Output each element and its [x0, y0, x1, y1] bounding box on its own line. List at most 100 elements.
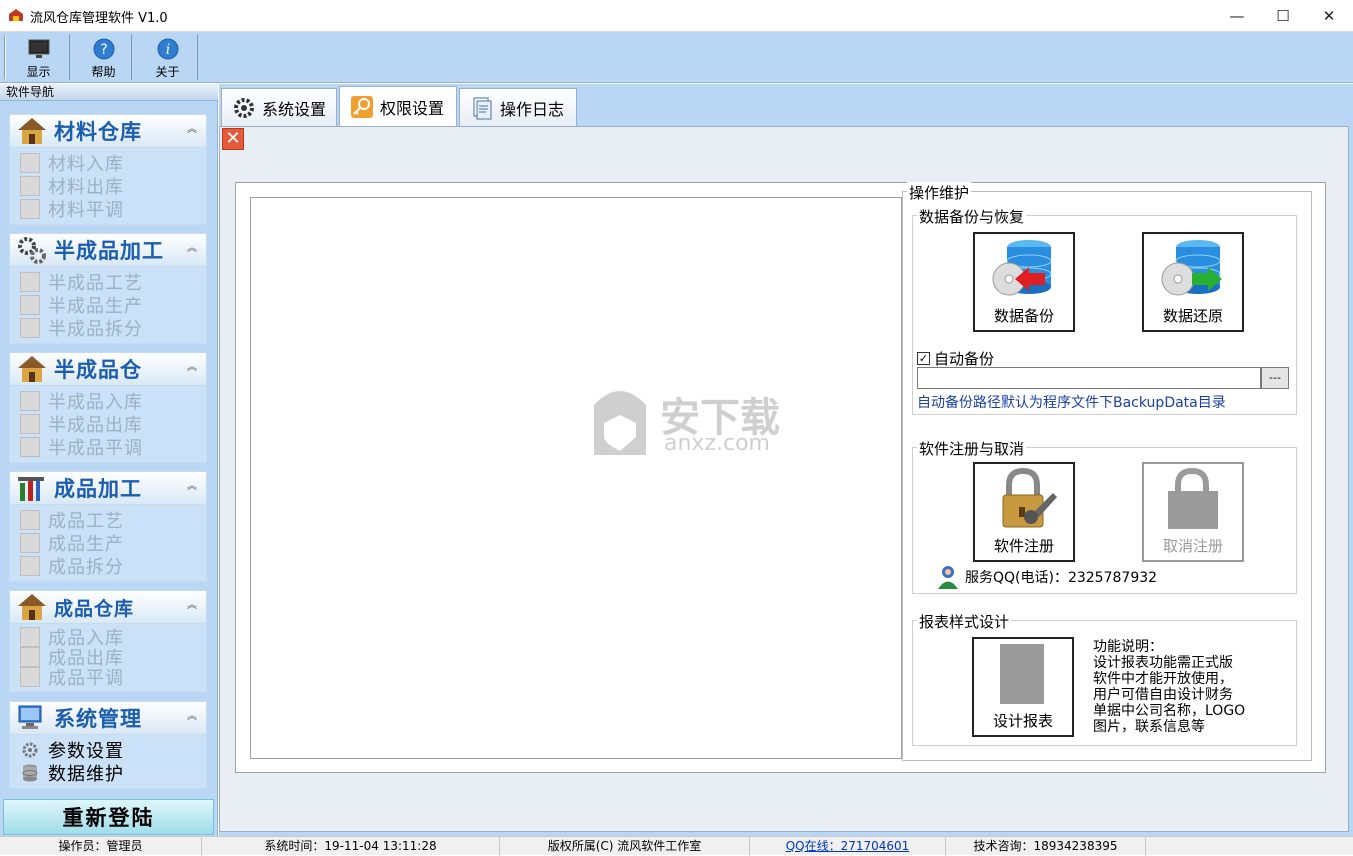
help-button[interactable]: ? 帮助 — [76, 34, 132, 80]
collapse-chevron-icon[interactable]: ︽ — [186, 243, 198, 255]
document-icon — [20, 198, 40, 219]
group-header[interactable]: 成品仓库 ︽ — [9, 590, 207, 624]
close-button[interactable]: ✕ — [1306, 0, 1352, 31]
collapse-chevron-icon[interactable]: ︽ — [186, 600, 198, 612]
register-section-title: 软件注册与取消 — [917, 438, 1027, 459]
content-frame: 安下载 anxz.com 操作维护 数据备份与恢复 数据备份 数据还原 ✓ 自动… — [235, 182, 1326, 773]
help-icon: ? — [93, 38, 114, 60]
maintenance-title: 操作维护 — [907, 182, 972, 203]
tools-icon — [18, 477, 44, 501]
group-semi-warehouse: 半成品仓 ︽ 半成品入库 半成品出库 半成品平调 — [9, 352, 207, 463]
document-icon — [20, 152, 40, 173]
collapse-chevron-icon[interactable]: ︽ — [186, 362, 198, 374]
nav-item[interactable]: 成品生产 — [20, 531, 206, 555]
monitor-icon — [28, 39, 49, 58]
house-icon — [18, 356, 46, 382]
computer-icon — [18, 705, 42, 729]
group-semi-processing: 半成品加工 ︽ 半成品工艺 半成品生产 半成品拆分 — [9, 233, 207, 344]
main-area: 系统设置 权限设置 操作日志 ✕ 安下载 anxz.com 操作维护 数据备份与… — [219, 84, 1353, 836]
maximize-button[interactable]: ☐ — [1260, 0, 1306, 31]
svg-text:i: i — [165, 42, 169, 58]
sidebar-header: 软件导航 — [0, 84, 218, 101]
collapse-chevron-icon[interactable]: ︽ — [186, 481, 198, 493]
browse-button[interactable]: --- — [1261, 367, 1289, 389]
group-header[interactable]: 系统管理 ︽ — [9, 701, 207, 735]
document-icon — [20, 509, 40, 530]
padlock-icon — [1002, 467, 1057, 528]
window-title: 流风仓库管理软件 V1.0 — [30, 11, 168, 26]
auto-backup-checkbox[interactable]: ✓ 自动备份 — [917, 348, 994, 369]
gear-icon — [234, 97, 254, 118]
nav-item[interactable]: 半成品工艺 — [20, 270, 206, 294]
document-icon — [20, 271, 40, 292]
document-icon — [20, 647, 40, 667]
backup-button[interactable]: 数据备份 — [973, 232, 1075, 332]
document-icon — [473, 97, 492, 119]
status-qq-link[interactable]: QQ在线：271704601 — [750, 837, 946, 856]
group-header[interactable]: 半成品仓 ︽ — [9, 352, 207, 386]
group-header[interactable]: 成品加工 ︽ — [9, 471, 207, 505]
backup-section: 数据备份与恢复 数据备份 数据还原 ✓ 自动备份 --- 自动备份路径默认为程序… — [912, 206, 1297, 415]
path-hint: 自动备份路径默认为程序文件下BackupData目录 — [917, 395, 1226, 411]
nav-item[interactable]: 材料平调 — [20, 197, 206, 221]
group-system-management: 系统管理 ︽ 参数设置 数据维护 — [9, 701, 207, 789]
shield-bag-icon — [594, 391, 646, 455]
close-tab-icon[interactable]: ✕ — [222, 128, 244, 150]
blank-area — [250, 197, 902, 759]
report-description: 功能说明： 设计报表功能需正式版 软件中才能开放使用， 用户可借自由设计财务 单… — [1093, 639, 1246, 735]
nav-item[interactable]: 半成品生产 — [20, 293, 206, 317]
display-button[interactable]: 显示 — [8, 34, 70, 80]
nav-item[interactable]: 半成品平调 — [20, 435, 206, 459]
register-section: 软件注册与取消 软件注册 取消注册 服务QQ(电话)：2325787932 — [912, 438, 1297, 594]
status-time: 系统时间：19-11-04 13:11:28 — [202, 837, 500, 856]
document-icon — [20, 413, 40, 434]
nav-item[interactable]: 材料出库 — [20, 174, 206, 198]
document-icon — [20, 667, 40, 687]
gear-icon — [22, 742, 38, 757]
nav-item[interactable]: 成品平调 — [20, 667, 206, 689]
register-button[interactable]: 软件注册 — [973, 462, 1075, 562]
document-icon — [20, 317, 40, 338]
document-icon — [20, 175, 40, 196]
collapse-chevron-icon[interactable]: ︽ — [186, 124, 198, 136]
nav-item[interactable]: 半成品入库 — [20, 389, 206, 413]
status-bar: 操作员：管理员 系统时间：19-11-04 13:11:28 版权所属(C) 流… — [0, 836, 1353, 856]
document-icon — [20, 294, 40, 315]
backup-path-input[interactable] — [917, 367, 1261, 389]
nav-item[interactable]: 成品工艺 — [20, 508, 206, 532]
group-header[interactable]: 半成品加工 ︽ — [9, 233, 207, 267]
tab-operation-log[interactable]: 操作日志 — [459, 88, 577, 126]
watermark: 安下载 anxz.com — [584, 383, 780, 467]
document-icon — [20, 555, 40, 576]
restore-button[interactable]: 数据还原 — [1142, 232, 1244, 332]
design-report-button[interactable]: 设计报表 — [972, 637, 1074, 737]
info-icon: i — [157, 38, 178, 60]
group-product-processing: 成品加工 ︽ 成品工艺 成品生产 成品拆分 — [9, 471, 207, 582]
nav-item[interactable]: 材料入库 — [20, 151, 206, 175]
nav-item[interactable]: 成品拆分 — [20, 554, 206, 578]
group-product-warehouse: 成品仓库 ︽ 成品入库 成品出库 成品平调 — [9, 590, 207, 692]
tab-system-settings[interactable]: 系统设置 — [221, 88, 337, 126]
checkbox-checked-icon: ✓ — [917, 352, 930, 365]
service-qq: 服务QQ(电话)：2325787932 — [935, 564, 1157, 590]
document-icon — [20, 436, 40, 457]
group-title: 系统管理 — [54, 707, 142, 731]
group-header[interactable]: 材料仓库 ︽ — [9, 114, 207, 148]
user-contact-icon — [938, 566, 958, 589]
minimize-button[interactable]: — — [1214, 0, 1260, 31]
status-copyright: 版权所属(C) 流风软件工作室 — [500, 837, 750, 856]
nav-item-settings[interactable]: 参数设置 — [20, 738, 206, 762]
about-button[interactable]: i 关于 — [138, 34, 198, 80]
collapse-chevron-icon[interactable]: ︽ — [186, 711, 198, 723]
group-title: 成品仓库 — [54, 597, 135, 620]
nav-item-data-maintenance[interactable]: 数据维护 — [20, 761, 206, 785]
tab-permission-settings[interactable]: 权限设置 — [339, 86, 457, 126]
relogin-button[interactable]: 重新登陆 — [3, 799, 214, 835]
group-material-warehouse: 材料仓库 ︽ 材料入库 材料出库 材料平调 — [9, 114, 207, 225]
unregister-button[interactable]: 取消注册 — [1142, 462, 1244, 562]
document-icon — [20, 627, 40, 647]
display-label: 显示 — [26, 65, 51, 79]
backup-section-title: 数据备份与恢复 — [917, 206, 1027, 227]
nav-item[interactable]: 半成品出库 — [20, 412, 206, 436]
nav-item[interactable]: 半成品拆分 — [20, 316, 206, 340]
